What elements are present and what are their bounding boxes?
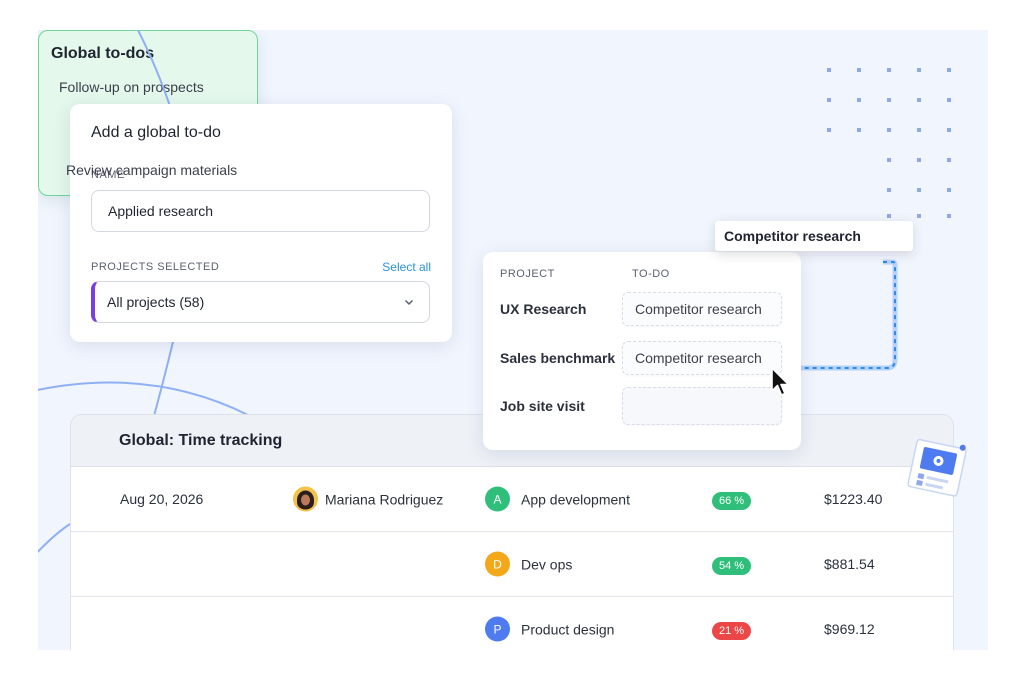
illustration-canvas: Global: Time tracking Aug 20, 2026 Maria…	[38, 30, 988, 650]
projects-select-value: All projects (58)	[107, 294, 205, 310]
sticky-note-icon	[907, 438, 967, 497]
user-name: Mariana Rodriguez	[325, 491, 444, 507]
select-all-link[interactable]: Select all	[382, 260, 431, 274]
user-avatar	[293, 486, 318, 512]
project-name: UX Research	[500, 300, 587, 317]
table-header: PROJECT TO-DO	[500, 268, 784, 280]
column-header-project: PROJECT	[500, 268, 555, 280]
percent-cell: 21 %	[712, 621, 752, 640]
projects-select[interactable]: All projects (58)	[91, 281, 430, 323]
cursor-pointer-icon	[771, 367, 790, 396]
card-title: Add a global to-do	[91, 124, 221, 141]
table-row[interactable]: Aug 20, 2026 Mariana Rodriguez A App dev…	[71, 467, 953, 532]
column-header-todo: TO-DO	[632, 268, 670, 280]
project-name: Job site visit	[500, 397, 585, 414]
percent-badge: 54 %	[712, 557, 752, 575]
todo-drop-slot[interactable]	[622, 387, 782, 425]
project-name: App development	[521, 491, 630, 507]
table-row[interactable]: D Dev ops 54 % $881.54	[71, 532, 953, 597]
table-row[interactable]: P Product design 21 % $969.12	[71, 597, 953, 650]
percent-badge: 66 %	[712, 492, 752, 510]
percent-cell: 66 %	[712, 491, 752, 510]
project-row: UX Research Competitor research	[500, 292, 784, 326]
chevron-down-icon	[404, 299, 414, 306]
project-initial-badge: A	[485, 486, 510, 512]
amount-cell: $1223.40	[824, 491, 883, 507]
project-cell: D Dev ops	[485, 551, 573, 577]
name-input[interactable]	[91, 190, 430, 232]
dot-grid	[827, 68, 951, 218]
percent-badge: 21 %	[712, 622, 752, 640]
project-row: Sales benchmark Competitor research	[500, 341, 784, 375]
add-global-todo-card: Add a global to-do NAME PROJECTS SELECTE…	[70, 104, 452, 342]
project-row: Job site visit	[500, 387, 784, 425]
amount-cell: $969.12	[824, 621, 875, 637]
project-cell: P Product design	[485, 616, 615, 642]
project-initial-badge: P	[485, 616, 510, 642]
percent-cell: 54 %	[712, 556, 752, 575]
dragged-todo-item[interactable]: Competitor research	[715, 221, 913, 251]
user-cell: Mariana Rodriguez	[293, 486, 444, 512]
amount-cell: $881.54	[824, 556, 875, 572]
project-name: Dev ops	[521, 556, 573, 572]
date-cell: Aug 20, 2026	[120, 491, 204, 507]
projects-label-row: PROJECTS SELECTED Select all	[91, 260, 431, 274]
project-name: Product design	[521, 621, 615, 637]
project-name: Sales benchmark	[500, 349, 616, 366]
todo-drop-slot[interactable]: Competitor research	[622, 292, 782, 326]
project-initial-badge: D	[485, 551, 510, 577]
projects-label: PROJECTS SELECTED	[91, 261, 220, 273]
todo-drop-slot[interactable]: Competitor research	[622, 341, 782, 375]
project-cell: A App development	[485, 486, 630, 512]
todo-item[interactable]: Review campaign materials	[66, 162, 237, 178]
project-todo-card: PROJECT TO-DO UX Research Competitor res…	[483, 252, 801, 450]
